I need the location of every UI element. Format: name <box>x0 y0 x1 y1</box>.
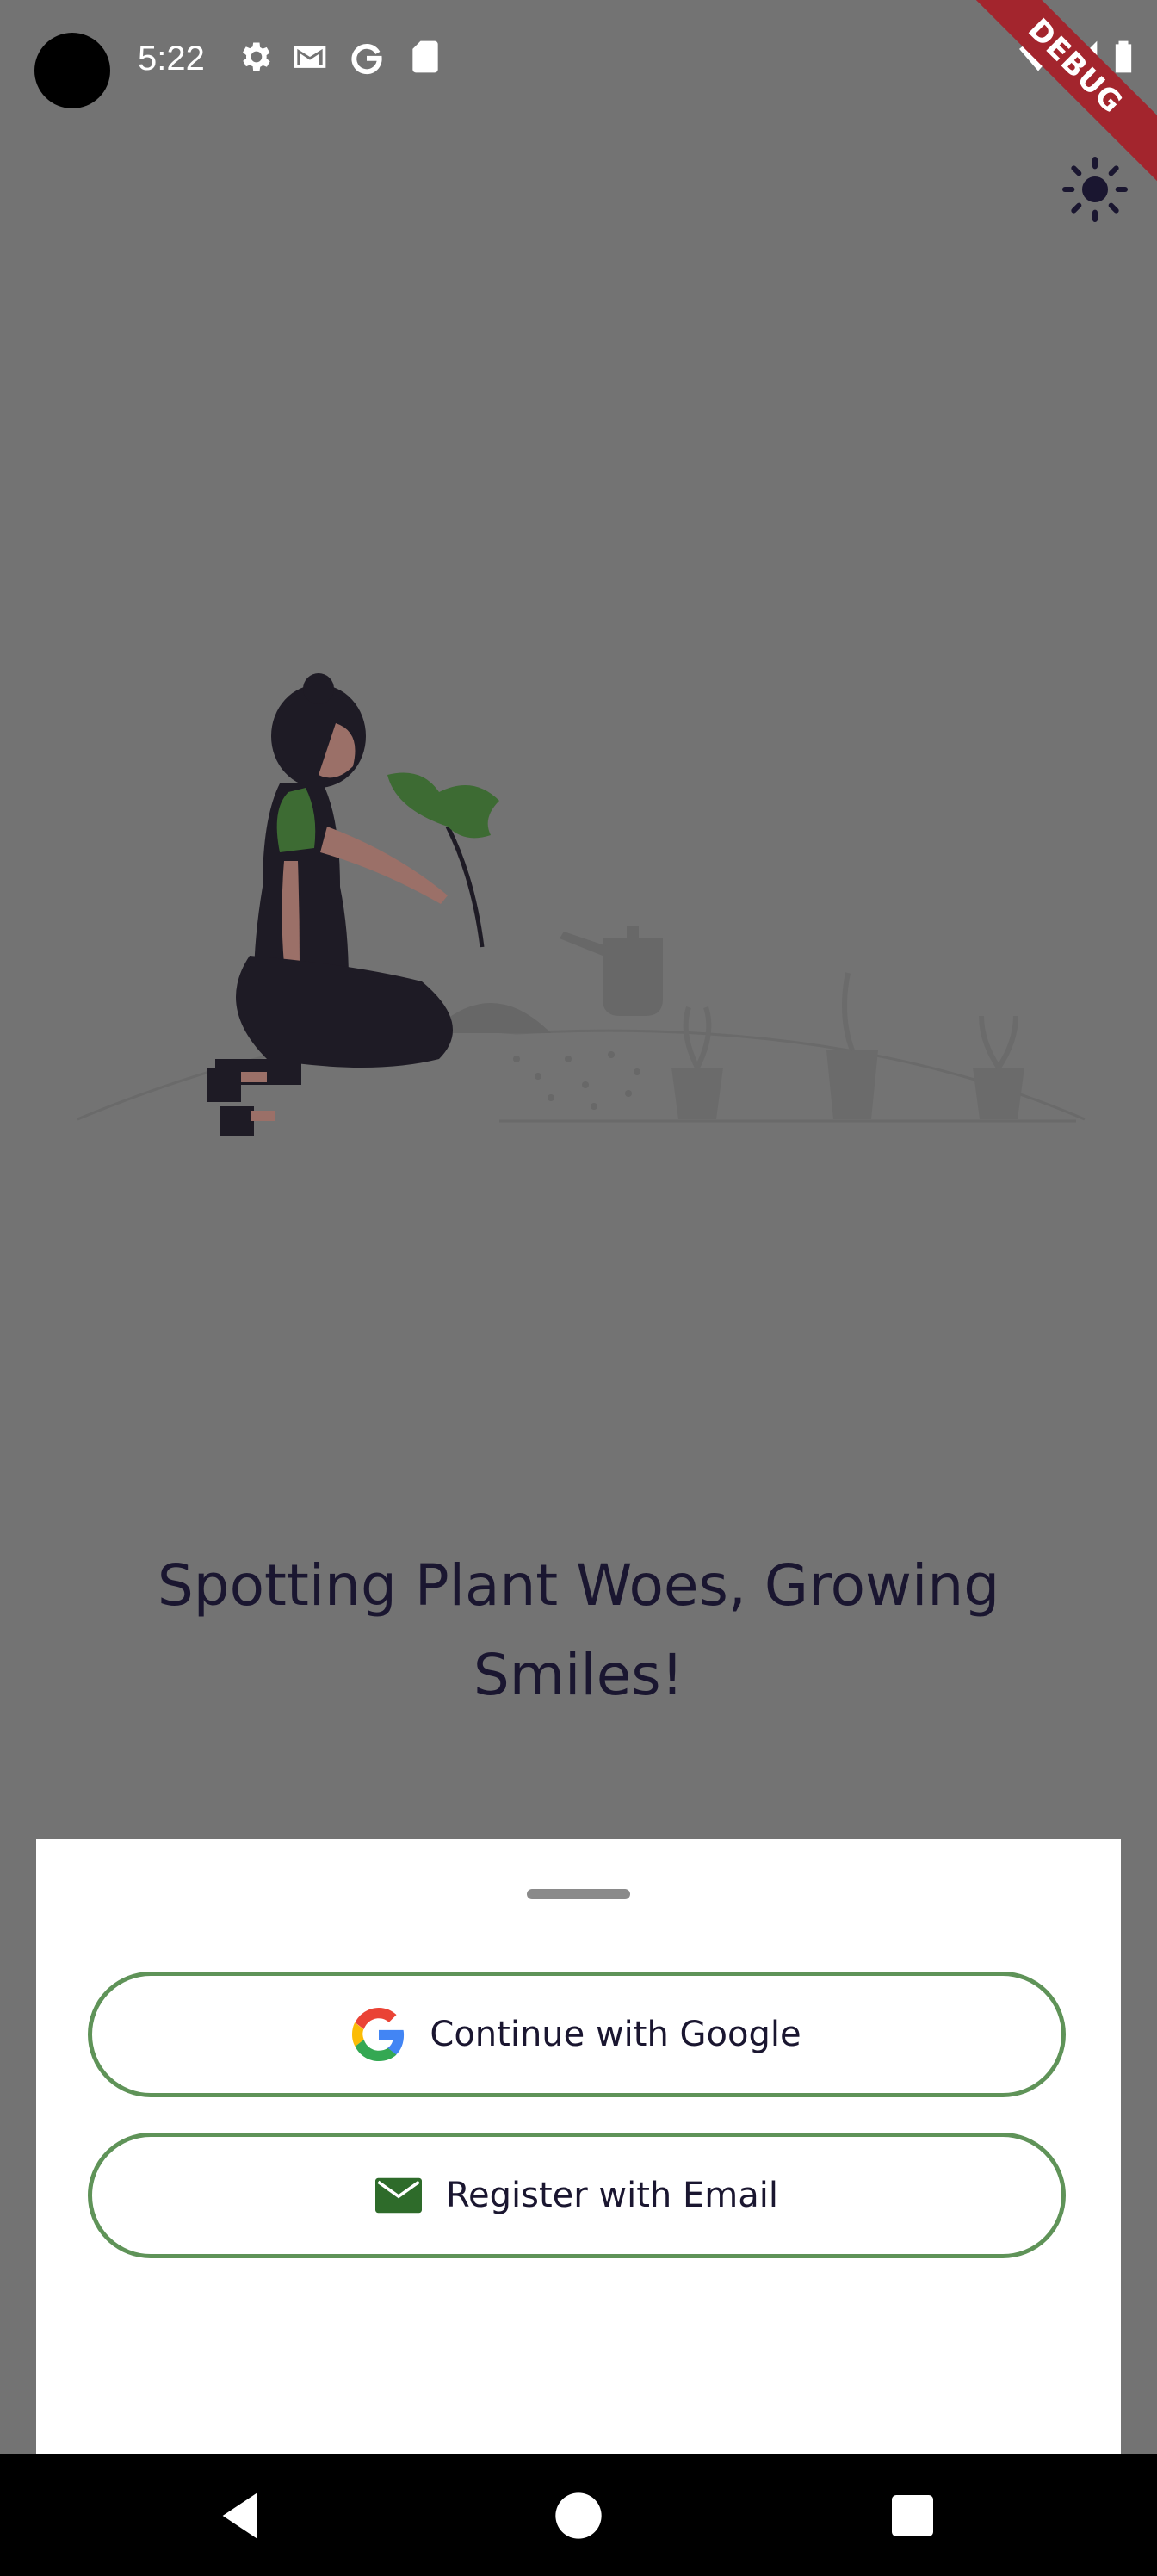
sun-icon[interactable] <box>1061 155 1129 224</box>
woman-gardening-illustration <box>77 673 1086 1136</box>
battery-icon <box>1115 40 1132 73</box>
gmail-icon <box>294 46 326 68</box>
system-nav-bar <box>0 2454 1157 2576</box>
google-logo-icon <box>352 2008 405 2061</box>
settings-icon <box>243 42 270 71</box>
recents-icon[interactable] <box>885 2488 940 2543</box>
home-icon[interactable] <box>551 2488 606 2543</box>
sd-card-icon <box>412 40 438 73</box>
sheet-drag-handle[interactable] <box>527 1889 630 1899</box>
google-icon <box>351 43 382 75</box>
register-with-email-button[interactable]: Register with Email <box>88 2133 1066 2258</box>
mail-icon <box>375 2177 423 2214</box>
camera-cutout <box>34 33 110 108</box>
google-button-label: Continue with Google <box>430 2015 801 2054</box>
status-time: 5:22 <box>138 40 205 77</box>
hero-tagline: Spotting Plant Woes, Growing Smiles! <box>157 1552 1000 1708</box>
continue-with-google-button[interactable]: Continue with Google <box>88 1972 1066 2097</box>
back-icon[interactable] <box>213 2488 269 2543</box>
email-button-label: Register with Email <box>446 2176 778 2215</box>
status-bar: 5:22 DEBUG <box>0 0 1157 183</box>
auth-bottom-sheet: Continue with Google Register with Email <box>36 1839 1121 2455</box>
